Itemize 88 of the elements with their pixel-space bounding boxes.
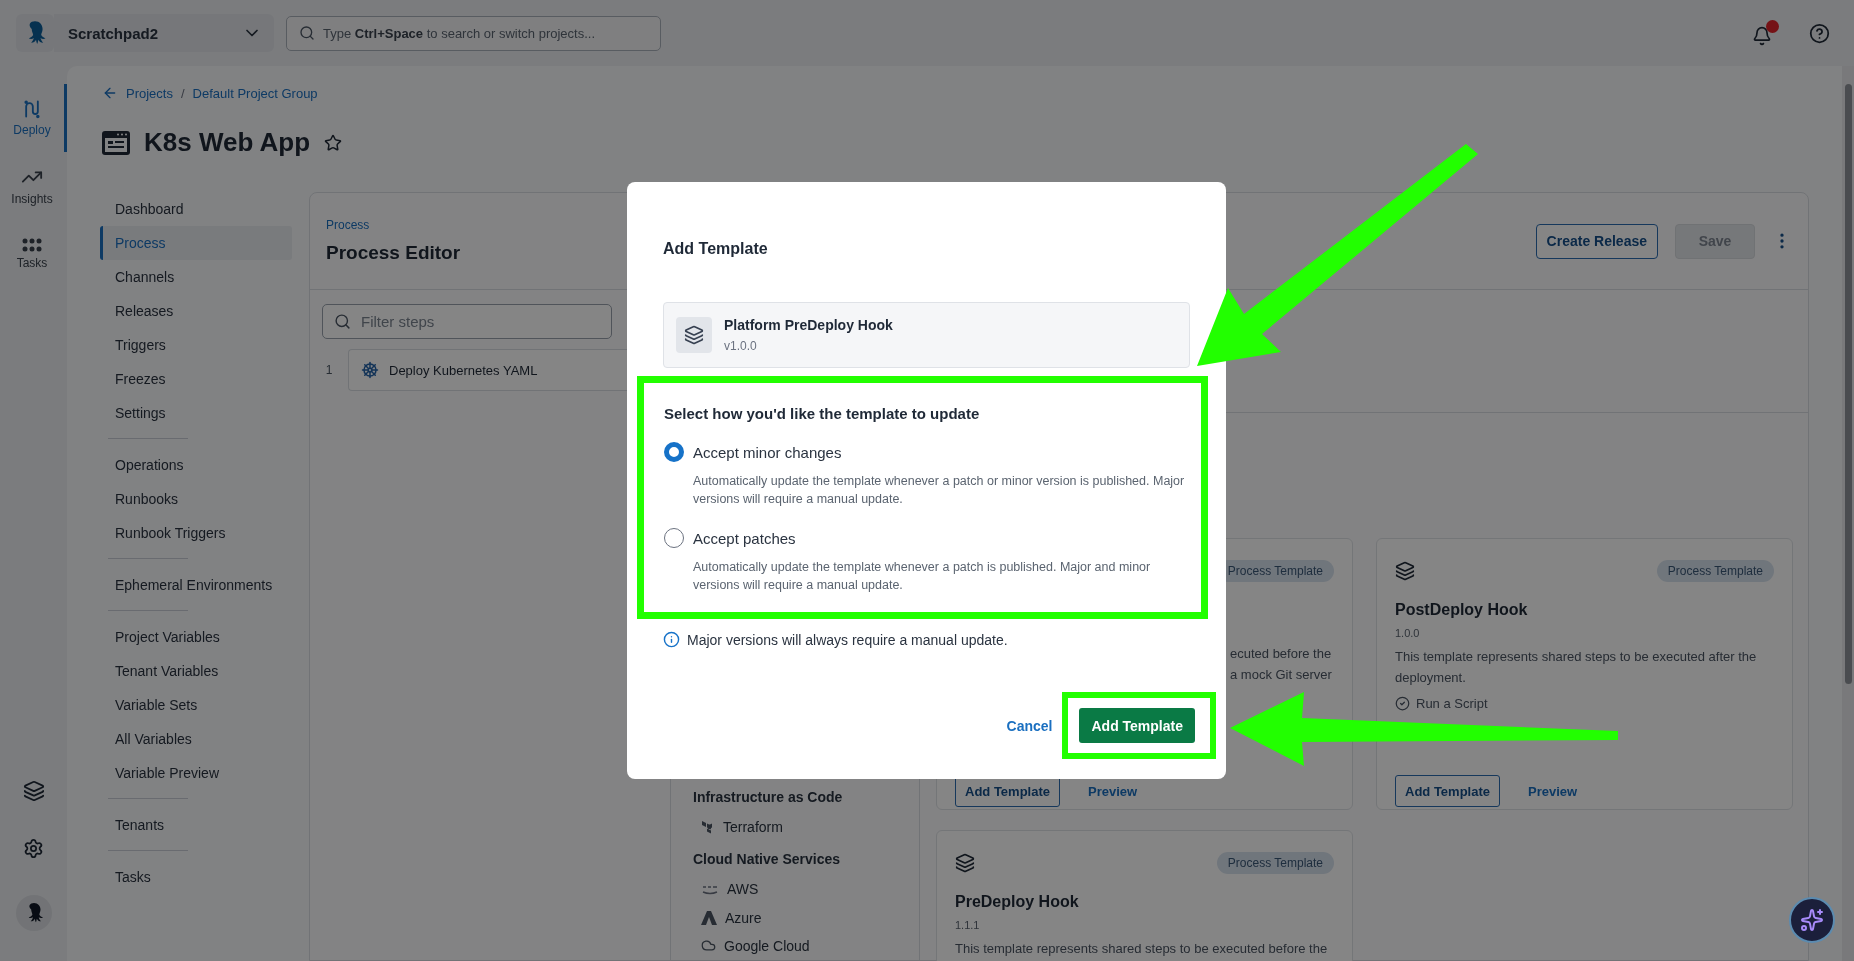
- search-icon: [334, 313, 351, 330]
- octopus-logo[interactable]: [16, 14, 54, 52]
- layers-icon[interactable]: [22, 780, 45, 802]
- filter-steps-field[interactable]: Filter steps: [322, 304, 612, 339]
- template-description: This template represents shared steps to be executed after the deployment.: [1395, 648, 1758, 687]
- terraform-logo-icon: [701, 820, 715, 835]
- search-field[interactable]: Type Ctrl+Space to search or switch projects...: [286, 15, 661, 51]
- sparkles-icon: [1800, 908, 1824, 932]
- radio-button[interactable]: [664, 442, 684, 462]
- settings-icon[interactable]: [23, 838, 44, 859]
- dialog-title: Add Template: [663, 240, 769, 258]
- azure-logo-icon: [701, 910, 717, 925]
- category-heading: Infrastructure as Code: [693, 789, 844, 805]
- category-item[interactable]: Azure: [693, 903, 919, 932]
- radio-button[interactable]: [664, 528, 684, 548]
- template-description-line: a mock Git server: [1230, 666, 1333, 684]
- project-nav-item[interactable]: Tenant Variables: [100, 654, 292, 688]
- notifications-button[interactable]: [1752, 20, 1779, 46]
- search-icon: [299, 25, 315, 41]
- create-release-button[interactable]: Create Release: [1535, 223, 1658, 259]
- option-label[interactable]: Accept minor changes: [693, 443, 842, 461]
- section-link[interactable]: Process: [326, 218, 461, 232]
- info-note: Major versions will always require a manual update.: [687, 631, 1008, 648]
- project-nav-item[interactable]: Project Variables: [100, 620, 292, 654]
- template-name: Platform PreDeploy Hook: [724, 317, 893, 333]
- project-nav-item[interactable]: Variable Preview: [100, 756, 292, 790]
- project-title: K8s Web App: [144, 127, 311, 158]
- template-badge: Process Template: [1216, 852, 1334, 874]
- template-version: 1.0.0: [1395, 627, 1421, 639]
- layers-icon: [955, 853, 975, 873]
- deploy-icon: [22, 99, 42, 119]
- project-nav-item[interactable]: Operations: [100, 448, 292, 482]
- layers-icon: [684, 325, 704, 345]
- project-nav-item[interactable]: Dashboard: [100, 192, 292, 226]
- rail-nav-item[interactable]: Insights: [0, 152, 67, 220]
- layers-icon: [1395, 561, 1415, 581]
- cloud-icon: [701, 938, 716, 954]
- project-nav-item[interactable]: Process: [100, 226, 292, 260]
- template-title: PostDeploy Hook: [1395, 601, 1529, 619]
- add-template-button[interactable]: Add Template: [1395, 775, 1500, 807]
- template-description-line: ecuted before the: [1230, 645, 1333, 663]
- ship-wheel-icon: [361, 361, 379, 379]
- project-nav-item[interactable]: Triggers: [100, 328, 292, 362]
- option-description: Automatically update the template whenever a patch is published. Major and minor versions will require a manual update.: [693, 559, 1152, 594]
- rail-nav-item[interactable]: Tasks: [0, 220, 67, 288]
- project-nav-item[interactable]: Freezes: [100, 362, 292, 396]
- template-badge: Process Template: [1656, 560, 1774, 582]
- option-description: Automatically update the template whenever a patch or minor version is published. Major versions will require a manual update.: [693, 473, 1186, 508]
- project-nav-item[interactable]: Ephemeral Environments: [100, 568, 292, 602]
- project-nav-item[interactable]: Tasks: [100, 860, 292, 894]
- aws-smile-icon: [701, 883, 719, 896]
- category-item[interactable]: Google Cloud: [693, 931, 919, 960]
- preview-link[interactable]: Preview: [1528, 783, 1578, 799]
- project-nav-item[interactable]: Tenants: [100, 808, 292, 842]
- project-nav-item[interactable]: Runbook Triggers: [100, 516, 292, 550]
- breadcrumb-link[interactable]: Projects: [126, 85, 173, 101]
- space-selector[interactable]: Scratchpad2: [54, 14, 274, 52]
- help-icon[interactable]: [1809, 22, 1830, 44]
- browser-window-icon: [102, 130, 130, 155]
- bell-icon: [1752, 26, 1772, 46]
- template-version: v1.0.0: [724, 339, 758, 353]
- check-circle-icon: [1395, 696, 1410, 711]
- project-nav-item[interactable]: Releases: [100, 294, 292, 328]
- breadcrumb-link[interactable]: Default Project Group: [192, 85, 318, 101]
- template-title: PreDeploy Hook: [955, 893, 1080, 911]
- section-title: Process Editor: [326, 242, 461, 264]
- category-item[interactable]: Terraform: [693, 813, 919, 842]
- template-step: Run a Script: [1395, 696, 1774, 711]
- breadcrumb-separator: /: [180, 85, 185, 101]
- preview-link[interactable]: Preview: [1088, 783, 1138, 799]
- add-template-button[interactable]: Add Template: [1079, 708, 1195, 743]
- category-item[interactable]: AWS: [693, 875, 919, 904]
- favorite-star-icon[interactable]: [324, 133, 343, 152]
- user-avatar[interactable]: [15, 895, 52, 931]
- template-description: This template represents shared steps to be executed before the: [955, 940, 1329, 958]
- options-question: Select how you'd like the template to update: [664, 405, 981, 422]
- info-icon: [663, 631, 680, 648]
- project-nav-item[interactable]: Settings: [100, 396, 292, 430]
- cancel-button[interactable]: Cancel: [1006, 717, 1053, 734]
- option-label[interactable]: Accept patches: [693, 529, 796, 547]
- project-nav-item[interactable]: Variable Sets: [100, 688, 292, 722]
- project-nav-item[interactable]: All Variables: [100, 722, 292, 756]
- project-nav-item[interactable]: Channels: [100, 260, 292, 294]
- dots-grid-icon: [22, 238, 42, 252]
- category-heading: Cloud Native Services: [693, 851, 842, 868]
- step-number: 1: [324, 363, 334, 377]
- project-nav-item[interactable]: Runbooks: [100, 482, 292, 516]
- template-version: 1.1.1: [955, 919, 981, 931]
